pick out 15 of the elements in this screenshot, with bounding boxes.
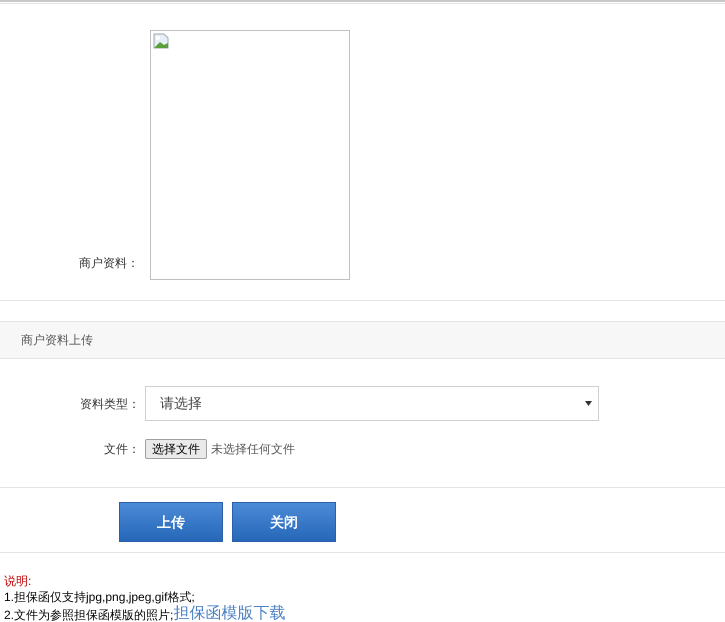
note-text: 2.文件为参照担保函模版的照片;	[4, 607, 174, 622]
template-download-link[interactable]: 担保函模版下载	[173, 605, 286, 622]
note-text: 1.担保函仅支持jpg,png,jpeg,gif格式;	[4, 589, 195, 605]
notes-title: 说明:	[4, 573, 32, 589]
action-button[interactable]: 上传	[119, 502, 223, 542]
file-status: 未选择任何文件	[211, 441, 295, 458]
broken-image-icon	[153, 33, 169, 49]
preview-label: 商户资料：	[78, 255, 140, 271]
type-label: 资料类型：	[79, 396, 140, 412]
action-button[interactable]: 关闭	[232, 502, 336, 542]
file-label: 文件：	[103, 441, 140, 458]
type-select[interactable]: 请选择	[145, 386, 599, 421]
section-title: 商户资料上传	[21, 332, 93, 349]
choose-file-button[interactable]: 选择文件	[145, 439, 207, 459]
caret-icon	[585, 401, 592, 406]
